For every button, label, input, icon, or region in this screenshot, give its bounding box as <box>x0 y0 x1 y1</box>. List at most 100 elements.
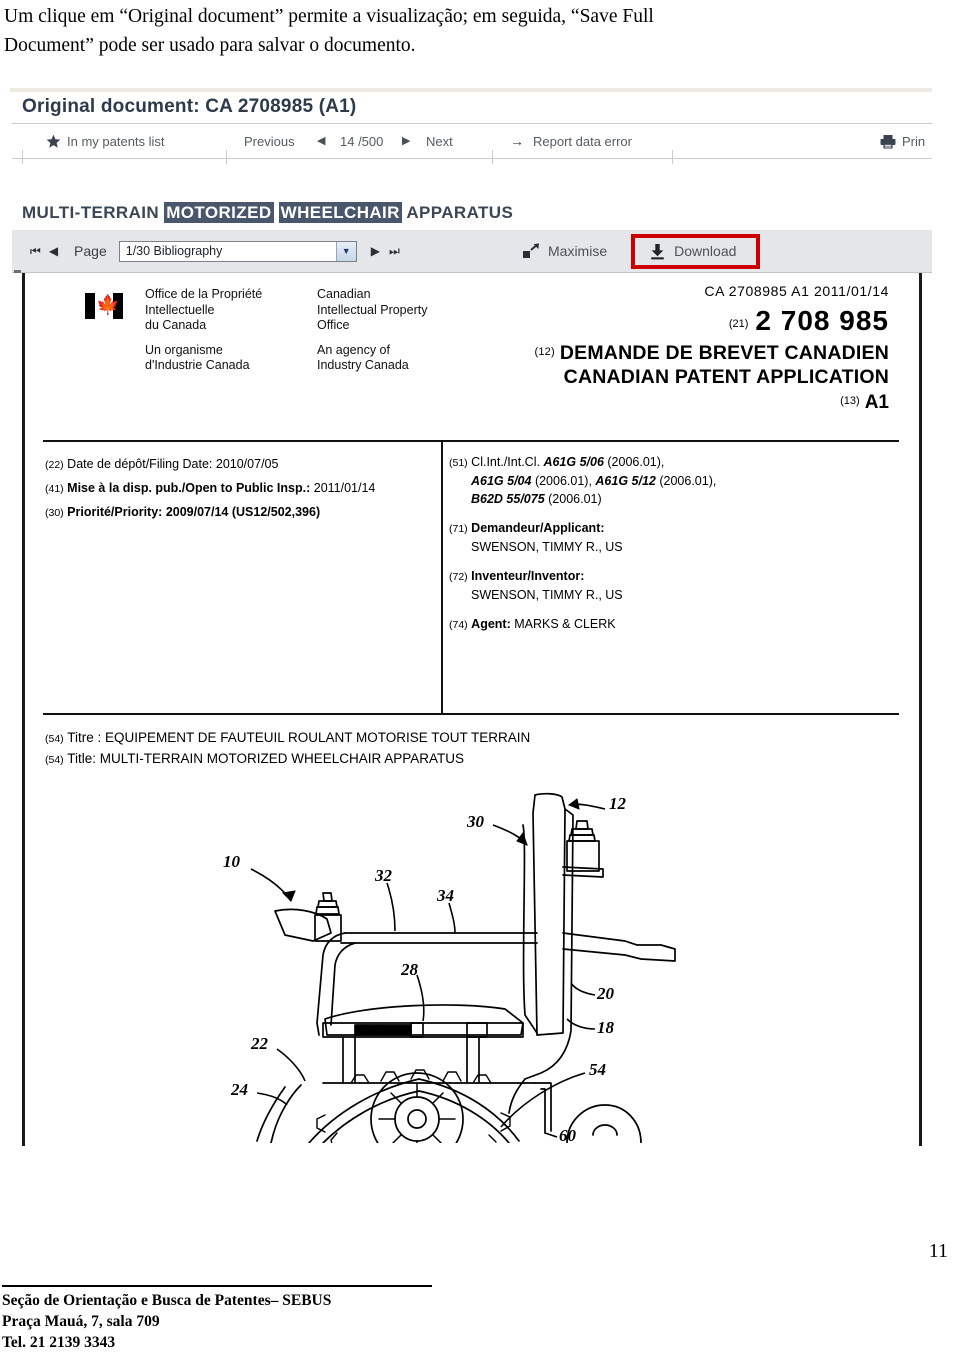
title-fr-value: EQUIPEMENT DE FAUTEUIL ROULANT MOTORISE … <box>104 730 531 745</box>
filing-date-label: Date de dépôt/Filing Date: <box>67 457 213 471</box>
patent-document-sheet: 🍁 Office de la Propriété Intellectuelle … <box>22 273 922 1146</box>
print-button[interactable]: Prin <box>880 124 925 158</box>
star-icon <box>46 134 61 149</box>
open-to-public-label: Mise à la disp. pub./Open to Public Insp… <box>67 481 311 495</box>
maximise-label: Maximise <box>548 243 608 259</box>
masthead-en-line-2: Intellectual Property <box>317 302 428 317</box>
maximise-button[interactable]: Maximise <box>512 239 617 263</box>
inid-41: (41) <box>45 483 64 495</box>
footer-line-2: Praça Mauá, 7, sala 709 <box>2 1313 160 1330</box>
title-en-row: (54) Title: MULTI-TERRAIN MOTORIZED WHEE… <box>45 749 530 770</box>
previous-page-icon[interactable]: ◀ <box>49 245 58 257</box>
title-en-value: MULTI-TERRAIN MOTORIZED WHEELCHAIR APPAR… <box>99 751 465 766</box>
toolbar-separator-4 <box>672 150 673 164</box>
patent-header-block: CA 2708985 A1 2011/01/14 (21) 2 708 985 (… <box>534 283 889 414</box>
doc-type-fr: DEMANDE DE BREVET CANADIEN <box>559 342 889 364</box>
inid-30: (30) <box>45 507 64 519</box>
masthead-en-line-3: Office <box>317 318 350 332</box>
page-select-dropdown[interactable]: 1/30 Bibliography ▼ <box>118 240 357 262</box>
masthead-en-line-1: Canadian <box>317 287 371 301</box>
fig-ref-30: 30 <box>466 812 485 831</box>
masthead-fr-line-1: Office de la Propriété <box>145 287 263 301</box>
page-number: 11 <box>928 1240 948 1262</box>
ipc-year-4: (2006.01) <box>544 492 602 506</box>
page-counter: 14 /500 <box>340 124 383 158</box>
footer-line-3: Tel. 21 2139 3343 <box>2 1334 116 1351</box>
first-page-icon[interactable]: ⏮ <box>30 245 41 257</box>
previous-label: Previous <box>244 133 295 149</box>
masthead-en-sub-2: Industry Canada <box>317 358 409 372</box>
field-open-to-public: (41) Mise à la disp. pub./Open to Public… <box>45 477 435 501</box>
chevron-left-icon: ◀ <box>317 134 326 147</box>
publication-number-row: (21) 2 708 985 <box>534 305 889 337</box>
inventor-value: SWENSON, TIMMY R., US <box>471 588 623 602</box>
agent-value: MARKS & CLERK <box>510 617 616 631</box>
fig-ref-10: 10 <box>223 852 241 871</box>
patent-title-part-1: MULTI-TERRAIN <box>22 203 165 222</box>
masthead-fr-line-3: du Canada <box>145 318 207 332</box>
printer-icon <box>880 134 896 149</box>
divider-bottom <box>43 713 899 715</box>
field-agent: (74) Agent: MARKS & CLERK <box>449 615 889 634</box>
previous-button[interactable]: Previous <box>244 124 295 158</box>
field-filing-date: (22) Date de dépôt/Filing Date: 2010/07/… <box>45 453 435 477</box>
next-arrow-button[interactable]: ▶ <box>402 124 419 158</box>
fig-ref-60: 60 <box>559 1126 577 1143</box>
prev-arrow-button[interactable]: ◀ <box>317 124 334 158</box>
embedded-screenshot: Original document: CA 2708985 (A1) In my… <box>10 88 932 1146</box>
divider-top <box>43 440 899 442</box>
inid-12: (12) <box>534 346 555 358</box>
masthead-english: Canadian Intellectual Property Office An… <box>317 287 427 374</box>
kind-code: A1 <box>864 392 889 413</box>
toolbar-separator-3 <box>492 150 493 164</box>
next-label: Next <box>426 133 453 149</box>
document-title-row: Original document: CA 2708985 (A1) <box>12 92 932 124</box>
ipc-label: Cl.Int./Int.Cl. <box>471 455 540 469</box>
title-fr-row: (54) Titre : EQUIPEMENT DE FAUTEUIL ROUL… <box>45 728 530 749</box>
page-title: Original document: CA 2708985 (A1) <box>22 96 357 117</box>
maximise-icon <box>522 243 540 259</box>
cipo-masthead: 🍁 Office de la Propriété Intellectuelle … <box>85 287 427 374</box>
footer-divider <box>2 1285 432 1287</box>
next-page-icon[interactable]: ▶ <box>371 245 380 257</box>
chevron-down-icon[interactable]: ▼ <box>335 241 356 261</box>
intro-line-1: Um clique em “Original document” permite… <box>4 6 654 27</box>
filing-date-value: 2010/07/05 <box>212 457 279 471</box>
page-navigation-bar: ⏮ ◀ Page 1/30 Bibliography ▼ ▶ ⏭ Maximis… <box>12 230 932 273</box>
inventor-label: Inventeur/Inventor: <box>471 569 585 583</box>
divider-vertical <box>441 442 443 713</box>
download-button[interactable]: Download <box>643 241 742 262</box>
patent-title-row: MULTI-TERRAIN MOTORIZED WHEELCHAIR APPAR… <box>12 196 932 230</box>
download-label: Download <box>674 243 737 259</box>
patent-title-gap <box>274 203 279 222</box>
report-data-error-button[interactable]: → Report data error <box>510 124 632 158</box>
masthead-en-sub-1: An agency of <box>317 342 390 357</box>
fig-ref-12: 12 <box>609 794 627 813</box>
field-ipc: (51) Cl.Int./Int.Cl. A61G 5/06 (2006.01)… <box>449 453 889 508</box>
open-to-public-value: 2011/01/14 <box>310 481 376 495</box>
applicant-value: SWENSON, TIMMY R., US <box>471 540 623 554</box>
last-page-icon[interactable]: ⏭ <box>389 245 400 257</box>
fig-ref-28: 28 <box>400 960 419 979</box>
fig-ref-24: 24 <box>230 1080 248 1099</box>
inid-51: (51) <box>449 457 468 469</box>
intro-paragraph: Um clique em “Original document” permite… <box>4 2 956 60</box>
next-button[interactable]: Next <box>426 124 453 158</box>
title-fr-label: Titre : <box>67 730 105 745</box>
inid-54-fr: (54) <box>45 733 64 745</box>
ipc-year-1: (2006.01), <box>603 455 665 469</box>
doc-type-fr-row: (12) DEMANDE DE BREVET CANADIEN <box>534 342 889 365</box>
ipc-code-2: A61G 5/04 <box>471 474 532 488</box>
fig-ref-34: 34 <box>436 886 454 905</box>
inid-54-en: (54) <box>45 754 64 766</box>
arrow-right-icon: → <box>510 133 524 149</box>
chevron-right-icon: ▶ <box>402 134 411 147</box>
inid-72: (72) <box>449 571 468 583</box>
in-my-patents-list-button[interactable]: In my patents list <box>46 124 165 158</box>
page-label: Page <box>74 243 107 259</box>
ipc-code-1: A61G 5/06 <box>543 455 604 469</box>
toolbar-separator-1 <box>22 150 23 164</box>
masthead-french: Office de la Propriété Intellectuelle du… <box>145 287 317 374</box>
biblio-right-column: (51) Cl.Int./Int.Cl. A61G 5/06 (2006.01)… <box>449 453 889 645</box>
field-applicant: (71) Demandeur/Applicant: SWENSON, TIMMY… <box>449 519 889 556</box>
